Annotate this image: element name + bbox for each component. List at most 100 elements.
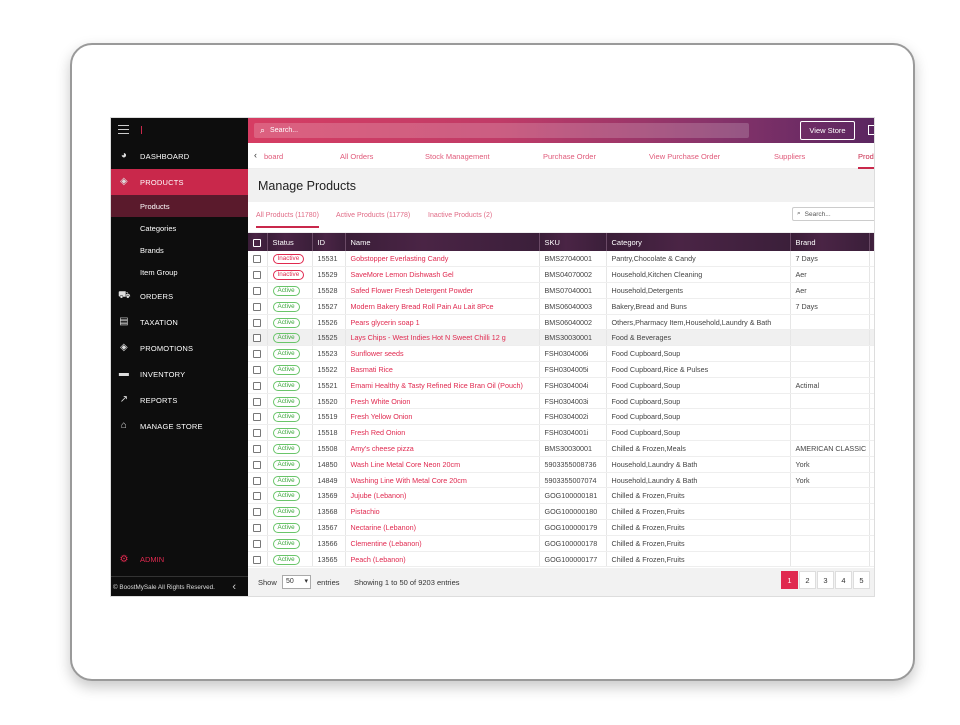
- nav-taxation[interactable]: ▤ TAXATION: [111, 309, 248, 335]
- product-name-link[interactable]: Peach (Lebanon): [345, 551, 540, 568]
- tab-all-orders[interactable]: All Orders: [340, 152, 373, 161]
- nav-manage-store[interactable]: ⌂ MANAGE STORE: [111, 413, 248, 439]
- subnav-item-group[interactable]: Item Group: [111, 261, 248, 283]
- page-button-2[interactable]: 2: [799, 571, 816, 589]
- tab-products[interactable]: Prod: [858, 152, 874, 169]
- table-row[interactable]: Inactive 15529 SaveMore Lemon Dishwash Gel…: [248, 266, 874, 284]
- chevron-left-icon[interactable]: ‹: [254, 150, 257, 160]
- subnav-brands[interactable]: Brands: [111, 239, 248, 261]
- global-search-input[interactable]: ⌕ Search...: [254, 123, 749, 138]
- product-name-link[interactable]: Modern Bakery Bread Roll Pain Au Lait 8P…: [345, 298, 540, 315]
- row-checkbox[interactable]: [253, 413, 261, 422]
- table-row[interactable]: Active 15523 Sunflower seeds FSH0304006i Foo…: [248, 345, 874, 363]
- row-checkbox[interactable]: [253, 366, 261, 375]
- column-header-status[interactable]: Status: [267, 233, 313, 251]
- row-checkbox[interactable]: [253, 508, 261, 517]
- table-row[interactable]: Active 13569 Jujube (Lebanon) GOG100000181 C…: [248, 487, 874, 505]
- table-search-input[interactable]: ⌕ Search...: [792, 207, 874, 221]
- page-button-4[interactable]: 4: [835, 571, 852, 589]
- table-row[interactable]: Active 15522 Basmati Rice FSH0304005i Food C…: [248, 361, 874, 378]
- table-row[interactable]: Active 15519 Fresh Yellow Onion FSH0304002i…: [248, 408, 874, 426]
- nav-products[interactable]: ◈ PRODUCTS: [111, 169, 248, 195]
- column-header-name[interactable]: Name: [345, 233, 540, 251]
- page-size-select[interactable]: 50: [282, 575, 311, 589]
- tab-stock-management[interactable]: Stock Management: [425, 152, 490, 161]
- product-name-link[interactable]: Safed Flower Fresh Detergent Powder: [345, 282, 540, 299]
- nav-inventory[interactable]: ▬ INVENTORY: [111, 361, 248, 387]
- tab-dashboard[interactable]: board: [264, 152, 283, 161]
- row-checkbox[interactable]: [253, 476, 261, 485]
- row-checkbox[interactable]: [253, 381, 261, 390]
- product-name-link[interactable]: SaveMore Lemon Dishwash Gel: [345, 266, 540, 284]
- product-name-link[interactable]: Jujube (Lebanon): [345, 487, 540, 505]
- row-checkbox[interactable]: [253, 318, 261, 327]
- product-name-link[interactable]: Emami Healthy & Tasty Refined Rice Bran …: [345, 377, 540, 394]
- page-button-3[interactable]: 3: [817, 571, 834, 589]
- product-name-link[interactable]: Fresh Yellow Onion: [345, 408, 540, 426]
- table-row[interactable]: Active 13568 Pistachio GOG100000180 Chilled …: [248, 503, 874, 521]
- subnav-products[interactable]: Products: [111, 195, 248, 217]
- filter-inactive-products[interactable]: Inactive Products (2): [428, 212, 492, 219]
- row-checkbox[interactable]: [253, 350, 261, 359]
- tab-view-purchase-order[interactable]: View Purchase Order: [649, 152, 720, 161]
- view-store-button[interactable]: View Store: [800, 121, 855, 140]
- table-row[interactable]: Active 15525 Lays Chips - West Indies Hot …: [248, 329, 874, 347]
- filter-all-products[interactable]: All Products (11780): [256, 212, 319, 228]
- product-name-link[interactable]: Sunflower seeds: [345, 345, 540, 363]
- column-header-id[interactable]: ID: [312, 233, 346, 251]
- row-checkbox[interactable]: [253, 460, 261, 469]
- product-name-link[interactable]: Wash Line Metal Core Neon 20cm: [345, 456, 540, 473]
- row-checkbox[interactable]: [253, 429, 261, 438]
- column-header-sku[interactable]: SKU: [539, 233, 607, 251]
- table-row[interactable]: Active 13567 Nectarine (Lebanon) GOG1000001…: [248, 519, 874, 536]
- grid-icon[interactable]: [868, 125, 874, 135]
- product-name-link[interactable]: Gobstopper Everlasting Candy: [345, 251, 540, 268]
- row-checkbox[interactable]: [253, 287, 261, 296]
- product-name-link[interactable]: Fresh Red Onion: [345, 424, 540, 442]
- table-row[interactable]: Inactive 15531 Gobstopper Everlasting Cand…: [248, 251, 874, 268]
- select-all-checkbox[interactable]: [253, 238, 261, 247]
- product-name-link[interactable]: Washing Line With Metal Core 20cm: [345, 472, 540, 489]
- row-checkbox[interactable]: [253, 334, 261, 343]
- row-checkbox[interactable]: [253, 555, 261, 564]
- row-checkbox[interactable]: [253, 445, 261, 453]
- table-row[interactable]: Active 15508 Amy's cheese pizza BMS30030001…: [248, 440, 874, 457]
- row-checkbox[interactable]: [253, 523, 261, 532]
- product-name-link[interactable]: Amy's cheese pizza: [345, 440, 540, 457]
- nav-dashboard[interactable]: ◕ DASHBOARD: [111, 143, 248, 169]
- page-button-1[interactable]: 1: [781, 571, 798, 589]
- subnav-categories[interactable]: Categories: [111, 217, 248, 239]
- nav-orders[interactable]: ⛟ ORDERS: [111, 283, 248, 309]
- row-checkbox[interactable]: [253, 255, 261, 264]
- nav-promotions[interactable]: ◈ PROMOTIONS: [111, 335, 248, 361]
- product-name-link[interactable]: Pistachio: [345, 503, 540, 521]
- table-row[interactable]: Active 15528 Safed Flower Fresh Detergent …: [248, 282, 874, 299]
- row-checkbox[interactable]: [253, 302, 261, 311]
- nav-reports[interactable]: ↗ REPORTS: [111, 387, 248, 413]
- table-row[interactable]: Active 15527 Modern Bakery Bread Roll Pain…: [248, 298, 874, 315]
- product-name-link[interactable]: Pears glycerin soap 1: [345, 314, 540, 331]
- product-name-link[interactable]: Lays Chips - West Indies Hot N Sweet Chi…: [345, 329, 540, 347]
- product-name-link[interactable]: Basmati Rice: [345, 361, 540, 378]
- row-checkbox[interactable]: [253, 492, 261, 501]
- collapse-sidebar-icon[interactable]: ‹: [232, 581, 236, 593]
- admin-menu[interactable]: ⚙ ADMIN: [111, 546, 248, 572]
- table-row[interactable]: Active 15521 Emami Healthy & Tasty Refined…: [248, 377, 874, 394]
- table-row[interactable]: Active 13566 Clementine (Lebanon) GOG100000…: [248, 535, 874, 552]
- table-row[interactable]: Active 15518 Fresh Red Onion FSH0304001i Foo…: [248, 424, 874, 442]
- row-checkbox[interactable]: [253, 271, 261, 280]
- filter-active-products[interactable]: Active Products (11778): [336, 212, 410, 219]
- column-header-brand[interactable]: Brand: [790, 233, 870, 251]
- row-checkbox[interactable]: [253, 539, 261, 548]
- table-row[interactable]: Active 15526 Pears glycerin soap 1 BMS06040…: [248, 314, 874, 331]
- product-name-link[interactable]: Nectarine (Lebanon): [345, 519, 540, 536]
- page-button-5[interactable]: 5: [853, 571, 870, 589]
- product-name-link[interactable]: Fresh White Onion: [345, 393, 540, 410]
- hamburger-menu-icon[interactable]: [118, 125, 129, 134]
- tab-suppliers[interactable]: Suppliers: [774, 152, 805, 161]
- row-checkbox[interactable]: [253, 397, 261, 406]
- table-row[interactable]: Active 14850 Wash Line Metal Core Neon 20c…: [248, 456, 874, 473]
- table-row[interactable]: Active 15520 Fresh White Onion FSH0304003i F…: [248, 393, 874, 410]
- table-row[interactable]: Active 13565 Peach (Lebanon) GOG100000177 Ch…: [248, 551, 874, 568]
- product-name-link[interactable]: Clementine (Lebanon): [345, 535, 540, 552]
